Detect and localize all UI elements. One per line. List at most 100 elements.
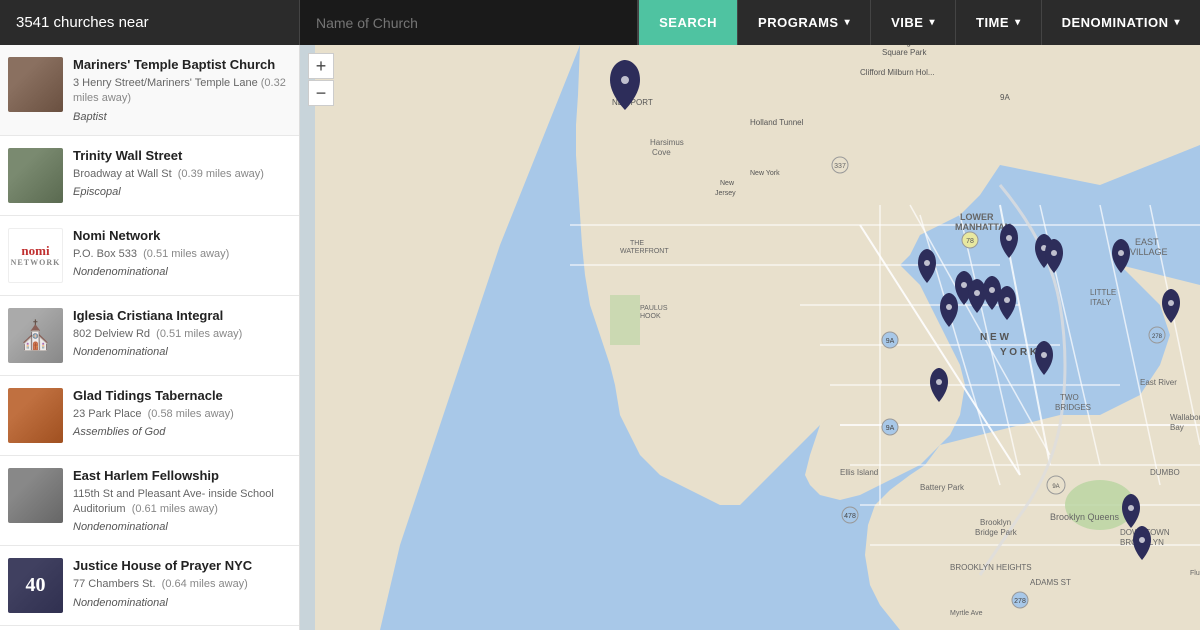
search-box[interactable] [300, 0, 638, 45]
nomi-logo: nomi NETWORK [11, 243, 61, 268]
church-distance: (0.58 miles away) [145, 408, 234, 420]
church-address: 115th St and Pleasant Ave- inside School… [73, 487, 287, 518]
list-item[interactable]: nomi NETWORK Nomi Network P.O. Box 533 (… [0, 216, 299, 296]
church-address: 77 Chambers St. (0.64 miles away) [73, 577, 287, 592]
svg-text:Cove: Cove [652, 148, 671, 157]
list-item[interactable]: ⛪ Iglesia Cristiana Integral 802 Delview… [0, 296, 299, 376]
church-thumbnail [8, 148, 63, 203]
church-thumbnail: ⛪ [8, 308, 63, 363]
search-input[interactable] [300, 0, 637, 45]
church-icon: ⛪ [18, 319, 53, 352]
svg-text:Brooklyn Queens: Brooklyn Queens [1050, 512, 1120, 522]
svg-text:BRIDGES: BRIDGES [1055, 403, 1091, 412]
svg-text:ADAMS ST: ADAMS ST [1030, 578, 1071, 587]
list-item[interactable]: East Harlem Fellowship 115th St and Plea… [0, 456, 299, 547]
church-distance: (0.39 miles away) [175, 168, 264, 180]
svg-text:LITTLE: LITTLE [1090, 288, 1116, 297]
svg-text:LOWER: LOWER [960, 212, 994, 222]
church-denomination: Nondenominational [73, 266, 287, 278]
map-controls: + − [308, 53, 334, 106]
church-thumbnail [8, 57, 63, 112]
svg-text:9A: 9A [886, 425, 895, 432]
church-info: Justice House of Prayer NYC 77 Chambers … [73, 558, 287, 613]
church-info: Nomi Network P.O. Box 533 (0.51 miles aw… [73, 228, 287, 283]
list-item[interactable]: 40 Justice House of Prayer NYC 77 Chambe… [0, 546, 299, 626]
svg-text:Washington: Washington [880, 45, 922, 47]
svg-text:New York: New York [750, 170, 780, 177]
church-denomination: Nondenominational [73, 521, 287, 533]
nav-vibe-button[interactable]: VIBE ▾ [870, 0, 955, 45]
nav-denomination-label: DENOMINATION [1062, 15, 1169, 30]
svg-text:East River: East River [1140, 378, 1177, 387]
church-name: East Harlem Fellowship [73, 468, 287, 485]
main-content: Mariners' Temple Baptist Church 3 Henry … [0, 45, 1200, 630]
nav-programs-button[interactable]: PROGRAMS ▾ [737, 0, 870, 45]
map-background: LOWER MANHATTAN EAST VILLAGE LITTLE ITAL… [300, 45, 1200, 630]
church-address: P.O. Box 533 (0.51 miles away) [73, 247, 287, 262]
church-distance: (0.64 miles away) [159, 578, 248, 590]
map-area[interactable]: LOWER MANHATTAN EAST VILLAGE LITTLE ITAL… [300, 45, 1200, 630]
list-item[interactable]: Mariners' Temple Baptist Church 3 Henry … [0, 45, 299, 136]
nav-search-label: SEARCH [659, 15, 717, 30]
svg-text:337: 337 [834, 163, 846, 170]
map-svg: LOWER MANHATTAN EAST VILLAGE LITTLE ITAL… [300, 45, 1200, 630]
svg-text:N E W: N E W [980, 332, 1009, 343]
nav-denomination-button[interactable]: DENOMINATION ▾ [1041, 0, 1200, 45]
svg-text:Y O R K: Y O R K [1000, 347, 1038, 358]
church-address: 23 Park Place (0.58 miles away) [73, 407, 287, 422]
church-denomination: Nondenominational [73, 597, 287, 609]
svg-text:Myrtle Ave: Myrtle Ave [950, 610, 983, 617]
list-item[interactable]: Trinity Wall Street Broadway at Wall St … [0, 136, 299, 216]
svg-text:New: New [720, 180, 735, 187]
svg-text:Brooklyn: Brooklyn [980, 518, 1011, 527]
svg-text:ITALY: ITALY [1090, 298, 1112, 307]
svg-text:Flushing Queens Expy: Flushing Queens Expy [1190, 570, 1200, 577]
nav-time-button[interactable]: TIME ▾ [955, 0, 1041, 45]
svg-text:278: 278 [1014, 598, 1026, 605]
svg-text:Bridge Park: Bridge Park [975, 528, 1018, 537]
svg-text:Harsimus: Harsimus [650, 138, 684, 147]
nav-search-button[interactable]: SEARCH [638, 0, 737, 45]
zoom-in-button[interactable]: + [308, 53, 334, 79]
list-item[interactable]: The River NYC 250 Greenwich St. (0.64 mi… [0, 626, 299, 630]
svg-text:9A: 9A [1000, 93, 1010, 102]
church-distance: (0.61 miles away) [129, 503, 218, 515]
nav-bar: SEARCH PROGRAMS ▾ VIBE ▾ TIME ▾ DENOMINA… [638, 0, 1200, 45]
church-denomination: Nondenominational [73, 346, 287, 358]
svg-text:TWO: TWO [1060, 393, 1079, 402]
svg-text:Battery Park: Battery Park [920, 483, 965, 492]
svg-text:278: 278 [1152, 334, 1163, 340]
svg-text:9A: 9A [1052, 484, 1059, 490]
church-thumbnail: nomi NETWORK [8, 228, 63, 283]
church-list-sidebar: Mariners' Temple Baptist Church 3 Henry … [0, 45, 300, 630]
church-denomination: Assemblies of God [73, 426, 287, 438]
svg-text:Bay: Bay [1170, 423, 1184, 432]
svg-text:9A: 9A [886, 338, 895, 345]
church-denomination: Episcopal [73, 186, 287, 198]
svg-text:DUMBO: DUMBO [1150, 468, 1180, 477]
programs-chevron-icon: ▾ [845, 17, 851, 28]
church-name: Iglesia Cristiana Integral [73, 308, 287, 325]
church-distance: (0.51 miles away) [153, 328, 242, 340]
denomination-chevron-icon: ▾ [1174, 17, 1180, 28]
nav-vibe-label: VIBE [891, 15, 923, 30]
header: 3541 churches near SEARCH PROGRAMS ▾ VIB… [0, 0, 1200, 45]
svg-text:WATERFRONT: WATERFRONT [620, 248, 669, 255]
church-address: 3 Henry Street/Mariners' Temple Lane (0.… [73, 76, 287, 107]
svg-text:THE: THE [630, 240, 644, 247]
church-count-text: 3541 churches near [16, 14, 149, 31]
svg-text:Holland Tunnel: Holland Tunnel [750, 118, 804, 127]
justice-logo: 40 [26, 574, 46, 597]
svg-text:VILLAGE: VILLAGE [1130, 247, 1168, 257]
vibe-chevron-icon: ▾ [929, 17, 935, 28]
church-distance: (0.32 miles away) [73, 77, 286, 104]
church-name: Justice House of Prayer NYC [73, 558, 287, 575]
svg-text:Wallabout: Wallabout [1170, 413, 1200, 422]
church-name: Nomi Network [73, 228, 287, 245]
time-chevron-icon: ▾ [1015, 17, 1021, 28]
church-name: Mariners' Temple Baptist Church [73, 57, 287, 74]
zoom-out-button[interactable]: − [308, 80, 334, 106]
list-item[interactable]: Glad Tidings Tabernacle 23 Park Place (0… [0, 376, 299, 456]
church-distance: (0.51 miles away) [140, 248, 229, 260]
church-thumbnail: 40 [8, 558, 63, 613]
